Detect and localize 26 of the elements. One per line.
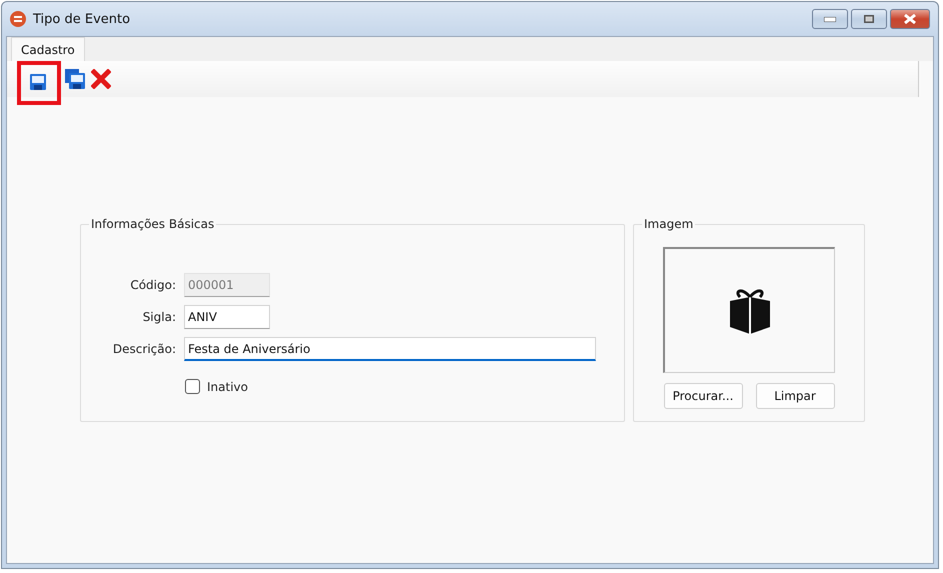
delete-button[interactable]	[89, 67, 113, 91]
save-button[interactable]	[17, 61, 61, 105]
group-title: Imagem	[643, 217, 694, 231]
field-label: Descrição:	[112, 342, 176, 356]
restore-icon	[864, 15, 874, 23]
save-icon	[30, 74, 48, 92]
window-title: Tipo de Evento	[33, 12, 130, 26]
save-copy-button[interactable]	[63, 67, 87, 91]
close-icon	[91, 69, 111, 89]
app-icon	[9, 10, 27, 28]
clear-button[interactable]: Limpar	[756, 383, 834, 409]
browse-button[interactable]: Procurar...	[664, 383, 742, 409]
input-field[interactable]: ANIV	[184, 305, 270, 329]
maximize-button[interactable]	[851, 9, 887, 29]
field-label: Código:	[129, 278, 176, 292]
close-button[interactable]	[890, 9, 930, 29]
checkbox[interactable]	[185, 379, 200, 394]
save-copy-icon	[65, 69, 85, 89]
field-label: Sigla:	[142, 310, 176, 324]
minimize-button[interactable]	[812, 9, 848, 29]
tab[interactable]: Cadastro	[11, 37, 85, 61]
close-icon	[904, 14, 916, 24]
minimize-icon	[824, 16, 836, 22]
input-field[interactable]: Festa de Aniversário	[184, 337, 596, 361]
checkbox-label: Inativo	[207, 380, 248, 394]
group-title: Informações Básicas	[90, 217, 216, 231]
